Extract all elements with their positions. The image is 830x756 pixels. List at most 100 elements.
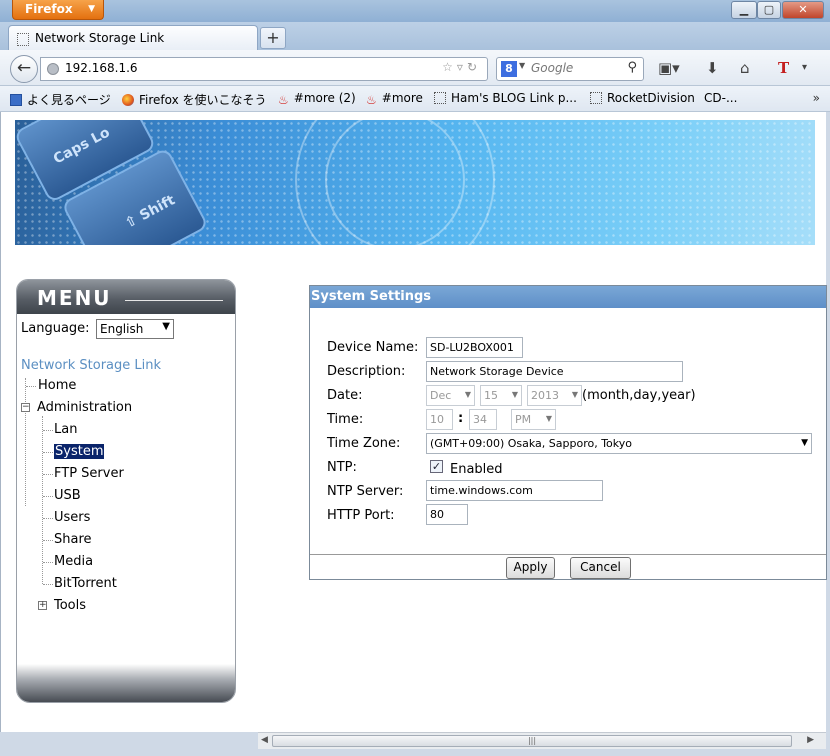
ntp-enabled-checkbox[interactable]: ✓ — [430, 460, 443, 473]
tab-title: Network Storage Link — [35, 31, 165, 45]
bookmark-label: RocketDivision — [607, 91, 695, 105]
home-icon[interactable]: ⌂ — [740, 59, 750, 77]
date-month-select[interactable]: Dec ▼ — [426, 385, 475, 406]
tree-item-home[interactable]: Home — [38, 378, 76, 393]
time-ampm-value: PM — [515, 413, 532, 426]
tree-collapse-icon[interactable]: − — [21, 403, 30, 412]
time-label: Time: — [327, 412, 364, 427]
date-label: Date: — [327, 388, 363, 403]
status-bar — [0, 749, 830, 756]
date-month-value: Dec — [430, 389, 452, 402]
ntp-server-input[interactable]: time.windows.com — [426, 480, 603, 501]
menu-footer — [17, 664, 235, 702]
tab-network-storage-link[interactable]: Network Storage Link — [8, 25, 258, 51]
star-icon[interactable]: ☆ — [442, 60, 457, 74]
bookmark-label: #more — [381, 91, 423, 105]
tree-expand-icon[interactable]: + — [38, 601, 47, 610]
http-port-input[interactable]: 80 — [426, 504, 468, 525]
chevron-down-icon[interactable]: ▿ — [457, 60, 467, 74]
tree-guide-line — [26, 386, 36, 387]
description-input[interactable]: Network Storage Device — [426, 361, 683, 382]
bookmark-item[interactable]: Ham's BLOG Link p... — [434, 91, 577, 105]
timezone-select[interactable]: (GMT+09:00) Osaka, Sapporo, Tokyo ▼ — [426, 433, 812, 454]
chevron-down-icon: ▼ — [162, 321, 170, 332]
tree-item-administration[interactable]: Administration — [37, 400, 132, 415]
bookmark-item[interactable]: CD-... — [704, 91, 737, 105]
language-label: Language: — [21, 321, 90, 336]
language-select[interactable]: English ▼ — [96, 319, 174, 339]
feed-icon: ♨ — [366, 93, 377, 107]
firefox-menu-button[interactable]: Firefox ▼ — [12, 0, 104, 20]
ntp-label: NTP: — [327, 460, 357, 475]
ntp-enabled-label: Enabled — [450, 462, 503, 477]
tree-item-users[interactable]: Users — [54, 510, 90, 525]
system-settings-panel: System Settings Device Name: SD-LU2BOX00… — [309, 285, 827, 580]
bookmark-label: Firefox を使いこなそう — [139, 93, 267, 107]
firefox-icon — [122, 94, 134, 106]
tree-guide-line — [43, 452, 53, 453]
chevron-down-icon[interactable]: ▼ — [519, 61, 525, 70]
http-port-label: HTTP Port: — [327, 508, 395, 523]
reload-icon[interactable]: ↻ — [467, 60, 481, 74]
tree-item-bittorrent[interactable]: BitTorrent — [54, 576, 117, 591]
url-text: 192.168.1.6 — [65, 61, 138, 75]
maximize-button[interactable]: ▢ — [757, 1, 781, 19]
bookmark-label: よく見るページ — [27, 93, 111, 107]
tree-item-media[interactable]: Media — [54, 554, 93, 569]
addon-t-icon[interactable]: T — [778, 59, 789, 77]
tree-guide-line — [43, 518, 53, 519]
bookmark-item[interactable]: RocketDivision — [590, 91, 695, 105]
minimize-button[interactable]: ▁ — [731, 1, 757, 19]
tree-guide-line — [42, 416, 43, 584]
tree-item-ftp-server[interactable]: FTP Server — [54, 466, 124, 481]
banner-ring-decoration — [325, 120, 465, 245]
timezone-label: Time Zone: — [327, 436, 401, 451]
url-bar[interactable]: 192.168.1.6 ☆▿↻ — [40, 57, 488, 81]
search-icon[interactable]: ⚲ — [627, 60, 637, 75]
language-value: English — [100, 322, 144, 336]
chevron-down-icon[interactable]: ▾ — [802, 62, 807, 73]
tree-guide-line — [43, 496, 53, 497]
google-icon[interactable]: 8 — [501, 61, 517, 77]
time-ampm-select[interactable]: PM ▼ — [511, 409, 556, 430]
back-button[interactable]: ← — [10, 55, 38, 83]
globe-icon — [47, 63, 59, 75]
new-tab-button[interactable]: + — [260, 27, 286, 49]
time-minute-input[interactable]: 34 — [469, 409, 497, 430]
search-bar[interactable]: 8 ▼ Google ⚲ — [496, 57, 644, 81]
bookmark-item[interactable]: Firefox を使いこなそう — [122, 91, 267, 108]
bookmarks-menu-icon[interactable]: ▣▾ — [658, 59, 680, 77]
time-hour-input[interactable]: 10 — [426, 409, 453, 430]
panel-divider — [310, 554, 826, 555]
apply-button[interactable]: Apply — [506, 557, 555, 579]
scroll-right-icon[interactable]: ▶ — [807, 735, 814, 745]
device-name-input[interactable]: SD-LU2BOX001 — [426, 337, 523, 358]
tree-item-share[interactable]: Share — [54, 532, 92, 547]
chevron-down-icon: ▼ — [88, 4, 95, 14]
download-icon[interactable]: ⬇ — [706, 59, 719, 77]
bookmark-label: Ham's BLOG Link p... — [451, 91, 577, 105]
bookmark-item[interactable]: ♨ #more — [366, 91, 423, 107]
date-year-select[interactable]: 2013 ▼ — [527, 385, 582, 406]
tree-item-tools[interactable]: Tools — [54, 598, 86, 613]
close-button[interactable]: ✕ — [782, 1, 824, 19]
window-titlebar: Firefox ▼ ▁ ▢ ✕ — [0, 0, 830, 22]
tree-item-usb[interactable]: USB — [54, 488, 81, 503]
bookmarks-overflow-button[interactable]: » — [813, 91, 820, 105]
menu-header: MENU — [17, 280, 235, 314]
date-day-select[interactable]: 15 ▼ — [480, 385, 522, 406]
bookmark-label: #more (2) — [293, 91, 356, 105]
url-bar-actions: ☆▿↻ — [442, 60, 481, 74]
bookmark-item[interactable]: ♨ #more (2) — [278, 91, 356, 107]
scroll-left-icon[interactable]: ◀ — [261, 735, 268, 745]
scrollbar-thumb[interactable]: ||| — [272, 735, 792, 747]
bookmark-item[interactable]: よく見るページ — [10, 91, 111, 108]
tree-item-system[interactable]: System — [54, 444, 105, 459]
cancel-button[interactable]: Cancel — [570, 557, 631, 579]
horizontal-scrollbar[interactable]: ◀ ||| ▶ — [258, 732, 826, 749]
search-placeholder: Google — [531, 61, 574, 75]
chevron-down-icon: ▼ — [464, 390, 471, 399]
tree-item-lan[interactable]: Lan — [54, 422, 77, 437]
date-year-value: 2013 — [531, 389, 559, 402]
tree-root-network-storage-link[interactable]: Network Storage Link — [21, 358, 161, 373]
